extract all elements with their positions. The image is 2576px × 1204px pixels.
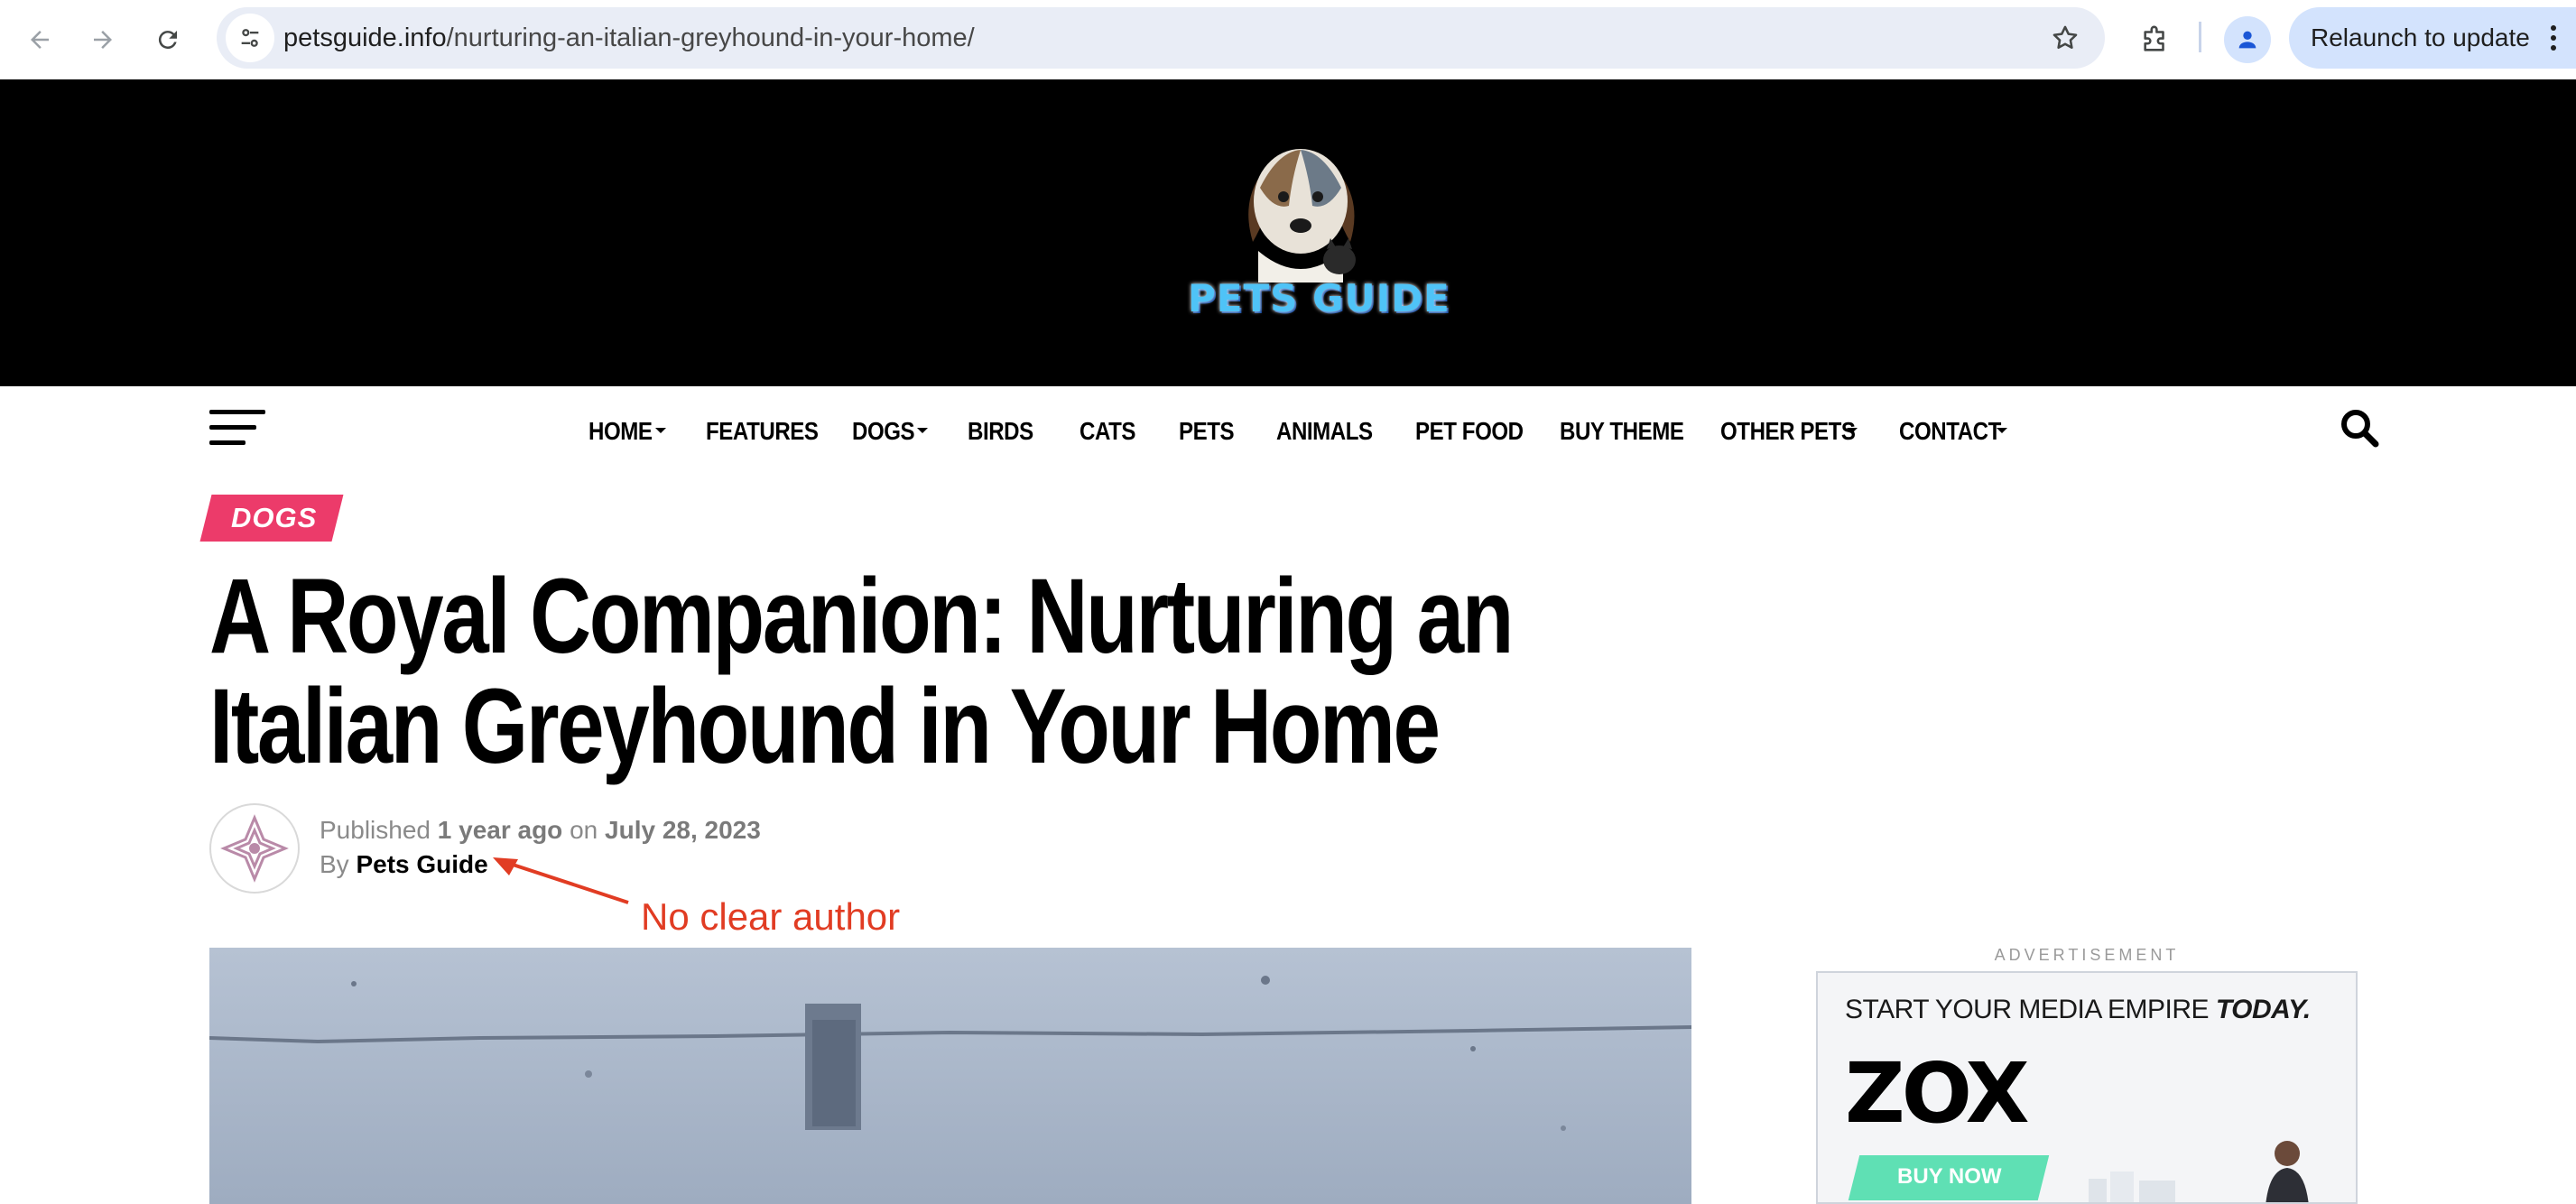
url-text[interactable]: petsguide.info/nurturing-an-italian-grey…	[283, 23, 975, 53]
ad-brand: ZOX	[1845, 1045, 2030, 1142]
ad-headline-normal: START YOUR MEDIA EMPIRE	[1845, 995, 2210, 1024]
search-button[interactable]	[2338, 406, 2381, 449]
by-prefix: By	[320, 850, 349, 878]
advertisement-label: ADVERTISEMENT	[1994, 946, 2180, 964]
url-domain: petsguide.info	[283, 23, 447, 52]
profile-button[interactable]	[2224, 16, 2271, 63]
browser-toolbar: petsguide.info/nurturing-an-italian-grey…	[0, 0, 2576, 79]
published-ago: 1 year ago	[437, 816, 563, 844]
author-avatar[interactable]	[209, 803, 300, 894]
nav-item-other-pets[interactable]: OTHER PETS	[1720, 417, 1856, 446]
site-logo[interactable]: PETS GUIDE	[1188, 125, 1450, 359]
reload-button[interactable]	[141, 13, 195, 67]
chevron-down-icon	[655, 428, 666, 433]
avatar-pattern-icon	[220, 814, 289, 883]
annotation-text: No clear author	[641, 895, 901, 938]
logo-text: PETS GUIDE	[1188, 276, 1450, 320]
publish-meta: Published 1 year ago on July 28, 2023	[320, 816, 761, 845]
author-meta: By Pets Guide	[320, 850, 488, 879]
nav-menu: HOME FEATURES DOGS BIRDS CATS PETS ANIMA…	[0, 417, 2576, 453]
more-vertical-icon	[2551, 25, 2556, 51]
puzzle-icon	[2144, 25, 2164, 51]
nav-item-dogs[interactable]: DOGS	[852, 417, 915, 446]
url-path: /nurturing-an-italian-greyhound-in-your-…	[446, 23, 975, 52]
ad-headline-bold: TODAY.	[2215, 995, 2311, 1024]
nav-item-home[interactable]: HOME	[588, 417, 653, 446]
star-icon	[2052, 25, 2078, 50]
extensions-button[interactable]	[2128, 13, 2182, 67]
nav-item-animals[interactable]: ANIMALS	[1276, 417, 1373, 446]
ad-buy-now-label[interactable]: BUY NOW	[1897, 1164, 2002, 1190]
back-button[interactable]	[13, 13, 67, 67]
menu-bar-top	[209, 410, 265, 414]
chevron-down-icon	[917, 428, 928, 433]
relaunch-button[interactable]: Relaunch to update	[2289, 7, 2576, 69]
sidebar-ad[interactable]: START YOUR MEDIA EMPIRE TODAY. ZOX BUY N…	[1816, 971, 2358, 1204]
category-label[interactable]: DOGS	[231, 502, 317, 534]
concrete-wall-image	[209, 948, 1691, 1204]
tune-icon	[241, 29, 259, 47]
ad-illustration	[2089, 1141, 2309, 1202]
article-title: A Royal Companion: Nurturing an Italian …	[209, 557, 1514, 786]
author-link[interactable]: Pets Guide	[356, 850, 487, 878]
chevron-down-icon	[1997, 428, 2007, 433]
main-navigation: HOME FEATURES DOGS BIRDS CATS PETS ANIMA…	[0, 386, 2576, 477]
published-on: on	[570, 816, 598, 844]
relaunch-label: Relaunch to update	[2311, 23, 2530, 51]
nav-item-pets[interactable]: PETS	[1179, 417, 1235, 446]
ad-headline: START YOUR MEDIA EMPIRE TODAY.	[1845, 995, 2311, 1025]
annotation-arrow	[493, 857, 629, 904]
nav-item-cats[interactable]: CATS	[1080, 417, 1135, 446]
published-prefix: Published	[320, 816, 431, 844]
arrow-left-icon	[31, 31, 49, 49]
site-header: PETS GUIDE	[0, 79, 2576, 386]
address-bar[interactable]: petsguide.info/nurturing-an-italian-grey…	[217, 7, 2105, 69]
more-menu-button[interactable]	[2540, 20, 2567, 56]
dog-logo-icon	[1248, 149, 1356, 282]
bookmark-button[interactable]	[2045, 18, 2085, 58]
reload-icon	[158, 31, 177, 50]
nav-item-buy-theme[interactable]: BUY THEME	[1560, 417, 1684, 446]
nav-item-features[interactable]: FEATURES	[706, 417, 819, 446]
search-icon	[2341, 410, 2379, 448]
chevron-down-icon	[1847, 428, 1858, 433]
person-icon	[2238, 31, 2256, 49]
arrow-right-icon	[94, 31, 112, 49]
toolbar-divider	[2199, 22, 2201, 52]
nav-item-contact[interactable]: CONTACT	[1899, 417, 2001, 446]
nav-item-birds[interactable]: BIRDS	[968, 417, 1033, 446]
site-info-button[interactable]	[226, 14, 274, 62]
published-date: July 28, 2023	[605, 816, 761, 844]
nav-item-pet-food[interactable]: PET FOOD	[1415, 417, 1524, 446]
forward-button[interactable]	[76, 13, 130, 67]
article-hero-image	[209, 948, 1691, 1204]
